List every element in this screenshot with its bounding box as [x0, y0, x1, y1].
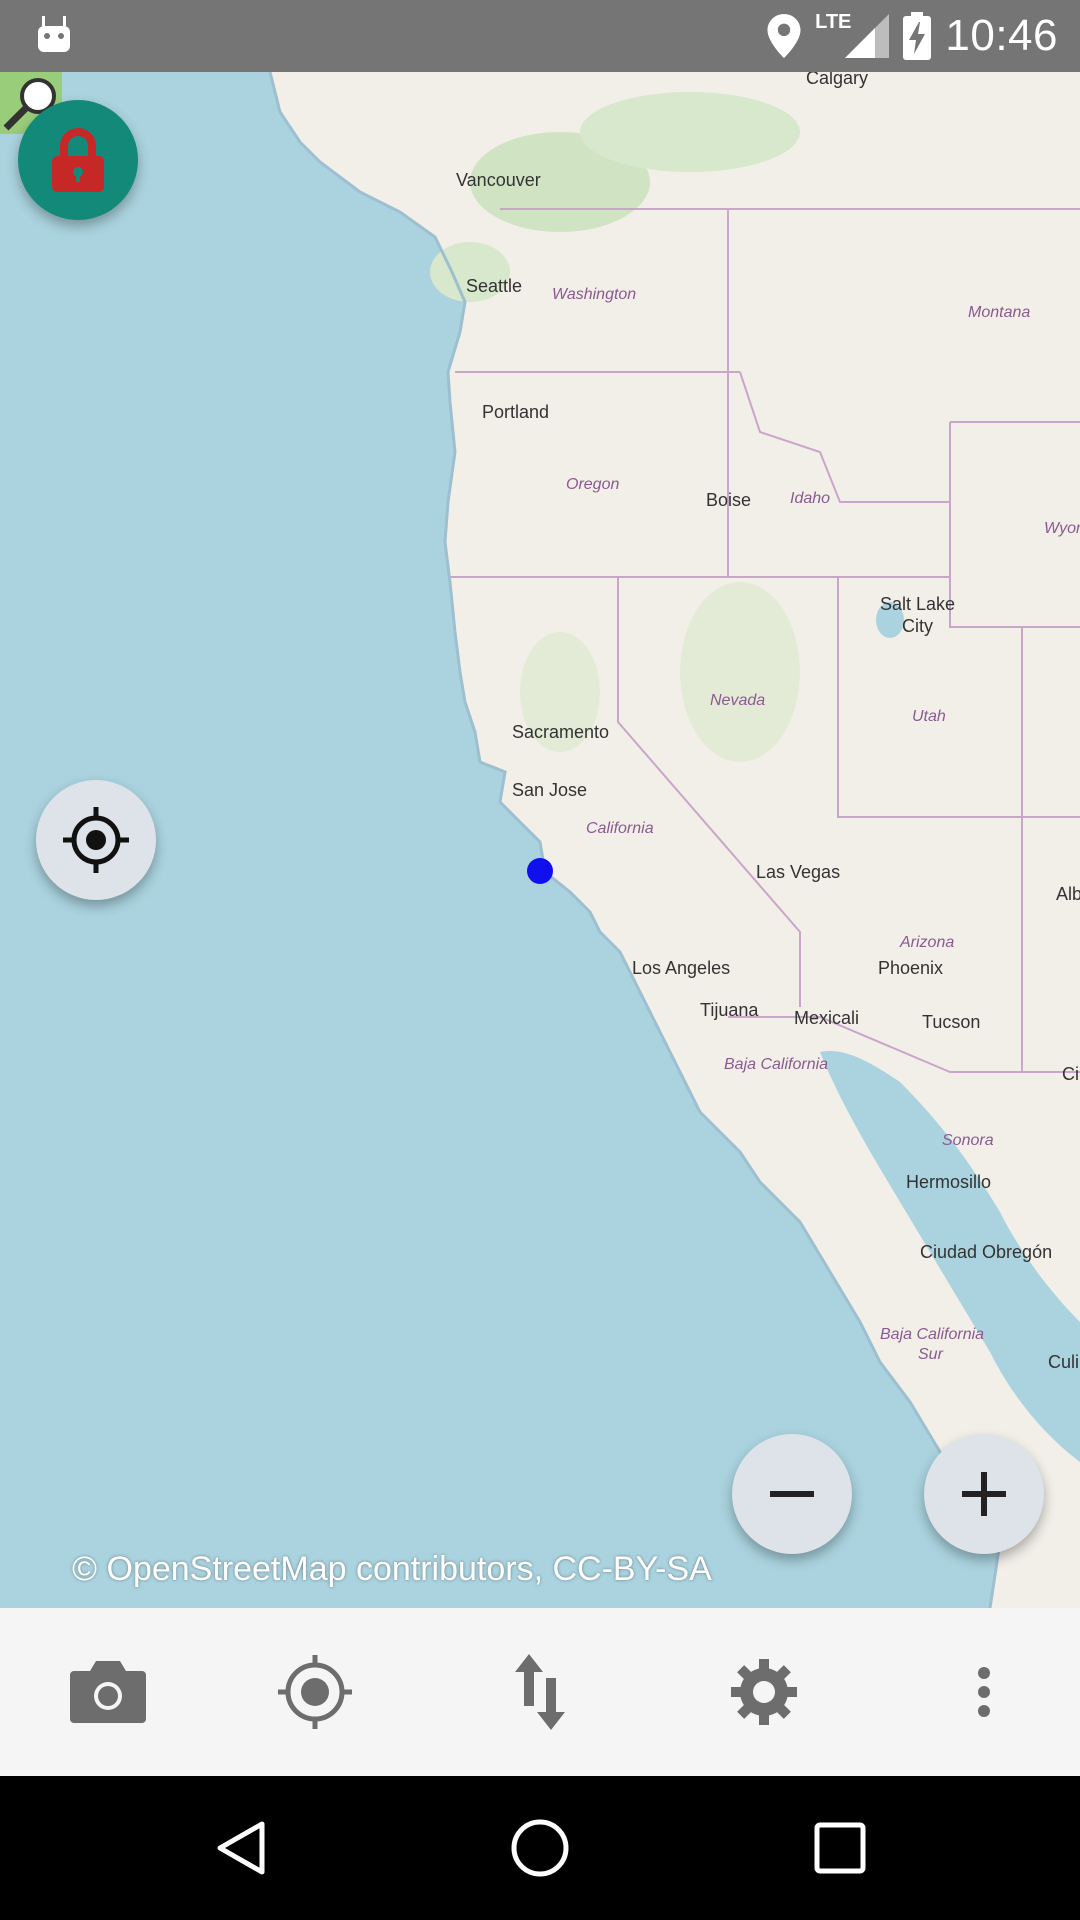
map-tiles	[268, 72, 1080, 1608]
city-label: Tijuana	[700, 1000, 759, 1020]
sort-arrows-icon	[515, 1654, 565, 1730]
gps-target-icon	[278, 1655, 352, 1729]
city-label: Ci	[1062, 1064, 1079, 1084]
zoom-out-button[interactable]	[732, 1434, 852, 1554]
region-label: California	[586, 820, 654, 837]
city-label: Los Angeles	[632, 958, 731, 978]
city-label: Mexicali	[794, 1008, 860, 1028]
city-label: Salt Lake	[880, 594, 956, 614]
gps-button[interactable]	[207, 1608, 423, 1776]
recents-button[interactable]	[750, 1776, 930, 1920]
city-label: Calgary	[806, 72, 869, 88]
lock-icon	[52, 128, 104, 192]
region-label: Baja California	[724, 1056, 829, 1073]
bottom-toolbar	[0, 1608, 1080, 1776]
city-label: Alb	[1056, 884, 1080, 904]
map-view[interactable]: Calgary Vancouver Seattle Portland Boise…	[0, 72, 1080, 1608]
zoom-in-button[interactable]	[924, 1434, 1044, 1554]
city-label: San Jose	[512, 780, 588, 800]
region-label: Washington	[552, 286, 637, 303]
home-button[interactable]	[450, 1776, 630, 1920]
city-label: Vancouver	[456, 170, 541, 190]
plus-icon	[962, 1472, 1006, 1516]
city-label: Sacramento	[512, 722, 610, 742]
city-label: Ciudad Obregón	[920, 1242, 1053, 1262]
back-icon	[217, 1821, 265, 1875]
back-button[interactable]	[150, 1776, 330, 1920]
city-label: City	[902, 616, 933, 636]
settings-gear-icon	[731, 1659, 797, 1725]
region-label: Nevada	[710, 692, 766, 709]
system-nav-bar	[0, 1776, 1080, 1920]
android-icon	[38, 16, 70, 52]
crosshair-icon	[63, 807, 129, 873]
home-icon	[511, 1819, 569, 1877]
clock: 10:46	[945, 11, 1058, 60]
city-label: Seattle	[466, 276, 523, 296]
camera-icon	[70, 1661, 146, 1723]
sort-button[interactable]	[432, 1608, 648, 1776]
signal-icon	[845, 14, 890, 58]
location-icon	[767, 14, 801, 58]
region-label: Oregon	[566, 476, 620, 493]
map-attribution[interactable]: © OpenStreetMap contributors, CC-BY-SA	[72, 1550, 712, 1589]
city-label: Las Vegas	[756, 862, 841, 882]
user-location-marker	[527, 858, 553, 884]
city-label: Portland	[482, 402, 550, 422]
settings-button[interactable]	[656, 1608, 872, 1776]
city-label: Tucson	[922, 1012, 981, 1032]
more-options-button[interactable]	[876, 1608, 1080, 1776]
minus-icon	[770, 1491, 814, 1497]
city-label: Boise	[706, 490, 752, 510]
battery-charging-icon	[903, 12, 932, 60]
recents-icon	[814, 1822, 866, 1874]
region-label: Montana	[968, 304, 1031, 321]
city-label: Hermosillo	[906, 1172, 992, 1192]
region-label: Sur	[918, 1346, 943, 1363]
lock-button[interactable]	[18, 100, 138, 220]
status-bar: LTE 10:46	[0, 0, 1080, 72]
region-label: Idaho	[790, 490, 831, 507]
region-label: Utah	[912, 708, 946, 725]
city-label: Culi	[1048, 1352, 1080, 1372]
camera-button[interactable]	[0, 1608, 216, 1776]
region-label: Baja California	[880, 1326, 985, 1343]
city-label: Phoenix	[878, 958, 944, 978]
region-label: Sonora	[942, 1132, 994, 1149]
more-vert-icon	[978, 1667, 990, 1717]
center-location-button[interactable]	[36, 780, 156, 900]
network-type: LTE	[815, 10, 852, 33]
region-label: Arizona	[900, 934, 955, 951]
region-label: Wyon	[1044, 520, 1080, 537]
